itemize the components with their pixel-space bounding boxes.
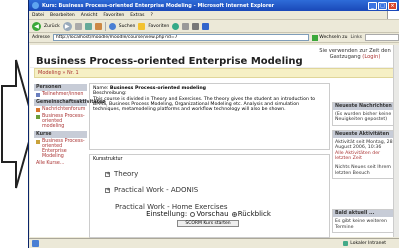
course-icon (36, 139, 40, 144)
preview-radio[interactable] (190, 211, 196, 217)
intranet-icon (343, 241, 349, 246)
title-bar: Kurs: Business Process-oriented Enterpri… (29, 0, 399, 11)
forum-icon (36, 107, 40, 112)
course-summary: Name: Business Process-oriented modeling… (89, 83, 330, 150)
activity-block: Neueste Aktivitäten Aktivität seit Monta… (332, 129, 397, 180)
course-label[interactable]: Business Process-oriented Enterprise Mod… (42, 139, 85, 159)
address-bar: Adresse http://localhost/moodle/moodle/c… (29, 33, 399, 43)
scorm-start-button[interactable]: SCORM Kurs starten (177, 220, 239, 227)
favorites-label[interactable]: Favoriten (148, 24, 169, 29)
expand-icon[interactable]: + (105, 171, 110, 177)
refresh-icon[interactable] (84, 22, 92, 30)
participants-label[interactable]: Teilnehmer/innen (42, 92, 83, 97)
back-icon[interactable]: ◀ (32, 21, 41, 31)
all-courses-link[interactable]: Alle Kurse... (34, 160, 87, 167)
course-header: Business Process-oriented Enterprise Mod… (30, 45, 399, 68)
menu-bearbeiten[interactable]: Bearbeiten (50, 13, 75, 18)
login-link[interactable]: (Login) (362, 54, 380, 60)
breadcrumb-text[interactable]: Modeling » Nr. 1 (38, 70, 79, 76)
close-button[interactable]: × (388, 1, 397, 10)
edit-icon[interactable] (202, 22, 210, 30)
structure-item-label[interactable]: Practical Work - ADONIS (114, 186, 198, 194)
structure-item-label[interactable]: Theory (114, 170, 138, 178)
mail-icon[interactable] (182, 22, 190, 30)
structure-item-theory[interactable]: + Theory (105, 170, 138, 178)
activity-icon (36, 114, 40, 119)
activity-all-link[interactable]: Alle Aktivitäten der letzten Zeit (335, 151, 394, 162)
menu-datei[interactable]: Datei (32, 13, 44, 18)
activity-link[interactable]: Business Process-oriented modeling (34, 113, 87, 130)
activity-none: Nichts Neues seit Ihrem letzten Besuch (335, 165, 391, 176)
activity-since: Aktivität seit Montag, 28 August 2006, 1… (335, 139, 393, 151)
search-icon[interactable] (108, 22, 116, 30)
settings-label: Einstellung: (146, 210, 188, 218)
forum-label[interactable]: Nachrichtenforum (42, 107, 85, 112)
review-radio[interactable] (231, 211, 237, 217)
search-label[interactable]: Suchen (119, 24, 136, 29)
preview-label[interactable]: Vorschau (196, 210, 228, 218)
windows-logo-icon (387, 11, 399, 19)
news-title: Neueste Nachrichten (333, 103, 396, 110)
breadcrumb: Modeling » Nr. 1 (34, 68, 395, 78)
menu-bar: Datei Bearbeiten Ansicht Favoriten Extra… (29, 11, 399, 20)
participants-link[interactable]: Teilnehmer/innen (34, 91, 87, 98)
toolbar: ◀ Zurück ▶ Suchen Favoriten (29, 20, 399, 33)
scrollbar[interactable] (393, 45, 399, 237)
page-title: Business Process-oriented Enterprise Mod… (36, 56, 303, 67)
expand-icon[interactable]: + (105, 187, 110, 193)
address-input[interactable]: http://localhost/moodle/moodle/course/vi… (52, 34, 310, 41)
block-header-activities: Gemeinschaftsaktivitäten (34, 99, 106, 106)
go-arrow-icon (312, 34, 319, 41)
go-button[interactable]: Wechseln zu (312, 34, 348, 41)
toolbar-divider (104, 21, 106, 31)
zone-indicator: Lokaler Intranet (343, 241, 399, 246)
toolbar-extra-field[interactable] (365, 34, 399, 41)
maximize-button[interactable]: □ (378, 1, 387, 10)
page-icon (32, 240, 39, 247)
browser-window: Kurs: Business Process-oriented Enterpri… (28, 0, 399, 248)
activity-label[interactable]: Business Process-oriented modeling (42, 114, 85, 129)
home-icon[interactable] (94, 22, 102, 30)
all-courses-label[interactable]: Alle Kurse... (36, 161, 64, 166)
menu-help[interactable]: ? (150, 13, 152, 18)
users-icon (36, 92, 40, 97)
news-block: Neueste Nachrichten (Es wurden bisher ke… (332, 102, 397, 126)
activity-title: Neueste Aktivitäten (333, 130, 396, 138)
minimize-button[interactable]: _ (368, 1, 377, 10)
status-bar: Lokaler Intranet (29, 238, 399, 248)
left-column: Personen Teilnehmer/innen Gemeinschaftsa… (34, 83, 106, 167)
block-header-people: Personen (34, 84, 87, 91)
forum-link[interactable]: Nachrichtenforum (34, 106, 87, 113)
window-title: Kurs: Business Process-oriented Enterpri… (42, 2, 275, 9)
structure-heading: Kursstruktur (93, 157, 123, 162)
course-link[interactable]: Business Process-oriented Enterprise Mod… (34, 138, 87, 160)
menu-extras[interactable]: Extras (130, 13, 144, 18)
login-info: Sie verwenden zur Zeit den Gastzugang (L… (317, 48, 393, 60)
upcoming-block: Bald aktuell ... Es gibt keine weiteren … (332, 209, 397, 234)
print-icon[interactable] (192, 22, 200, 30)
activity-body: Aktivität seit Montag, 28 August 2006, 1… (333, 138, 396, 178)
go-label: Wechseln zu (319, 35, 348, 40)
review-label[interactable]: Rückblick (238, 210, 271, 218)
zone-label: Lokaler Intranet (350, 241, 386, 246)
menu-favoriten[interactable]: Favoriten (103, 13, 124, 18)
structure-item-adonis[interactable]: + Practical Work - ADONIS (105, 186, 198, 194)
stop-icon[interactable] (74, 22, 82, 30)
right-column: Neueste Nachrichten (Es wurden bisher ke… (332, 102, 397, 237)
page-content: Business Process-oriented Enterprise Mod… (30, 45, 399, 238)
favorites-icon[interactable] (138, 22, 146, 30)
address-label: Adresse (32, 35, 50, 40)
back-label[interactable]: Zurück (44, 24, 60, 29)
block-header-courses: Kurse (34, 131, 87, 138)
description-text: This course is divided in Theory and Exe… (93, 96, 316, 113)
forward-icon[interactable]: ▶ (62, 21, 72, 31)
ie-logo-icon (32, 2, 39, 9)
links-label[interactable]: Links (350, 35, 362, 40)
upcoming-text: Es gibt keine weiteren Termine (335, 219, 387, 230)
news-text: (Es wurden bisher keine Neuigkeiten gepo… (335, 112, 392, 123)
history-icon[interactable] (172, 22, 180, 30)
menu-ansicht[interactable]: Ansicht (81, 13, 98, 18)
upcoming-title: Bald aktuell ... (333, 210, 396, 218)
settings-row: Einstellung: Vorschau Rückblick (88, 210, 329, 218)
